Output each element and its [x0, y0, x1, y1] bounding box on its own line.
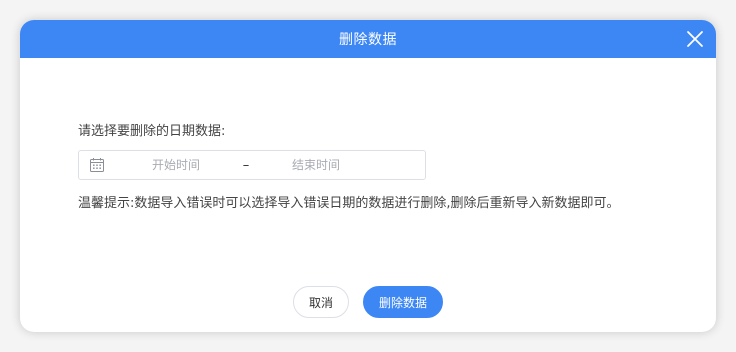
calendar-icon — [90, 158, 104, 172]
end-date-input[interactable] — [259, 157, 373, 173]
dialog-title: 删除数据 — [339, 32, 397, 48]
close-button[interactable] — [684, 28, 706, 50]
dialog-footer: 取消 删除数据 — [20, 286, 716, 318]
dialog-header: 删除数据 — [20, 20, 716, 58]
date-range-picker[interactable]: – — [78, 150, 426, 180]
hint-text: 温馨提示:数据导入错误时可以选择导入错误日期的数据进行删除,删除后重新导入新数据… — [78, 196, 620, 211]
date-prompt-label: 请选择要删除的日期数据: — [78, 124, 226, 139]
cancel-button[interactable]: 取消 — [293, 286, 349, 318]
delete-data-dialog: 删除数据 请选择要删除的日期数据: 开始时间 – 结束时间 温馨提示:数据导入错… — [20, 20, 716, 332]
page-backdrop: 删除数据 请选择要删除的日期数据: 开始时间 – 结束时间 温馨提示:数据导入错… — [0, 0, 736, 352]
close-icon — [687, 31, 703, 47]
range-separator: – — [242, 157, 250, 173]
start-date-input[interactable] — [119, 157, 233, 173]
delete-data-button[interactable]: 删除数据 — [363, 286, 443, 318]
dialog-body: 请选择要删除的日期数据: – 温馨提示:数据导入 — [20, 58, 716, 332]
